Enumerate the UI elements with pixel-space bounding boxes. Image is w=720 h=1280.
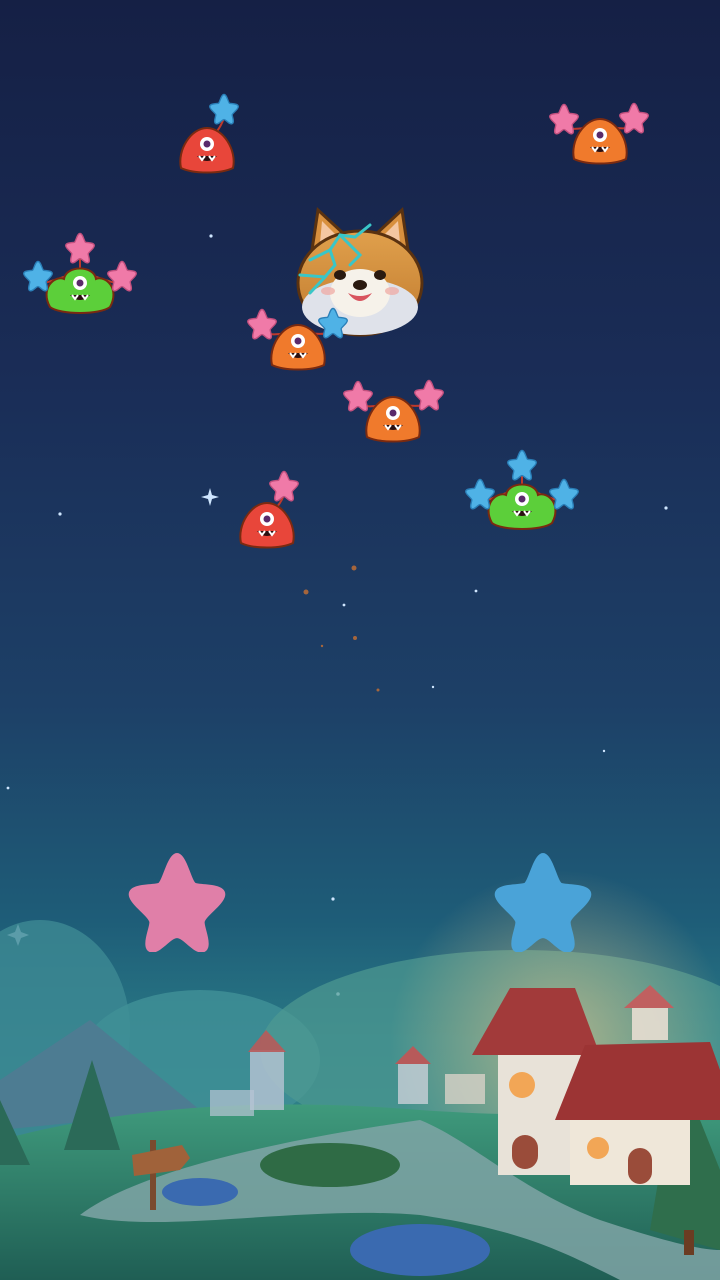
pink-balloon-star-icon[interactable] [269, 470, 299, 502]
pink-star-icon [128, 853, 226, 952]
green-blob-monster[interactable] [465, 449, 579, 530]
orange-blob-monster[interactable] [247, 307, 348, 371]
green-blob-monster[interactable] [23, 232, 137, 314]
blue-star-button[interactable] [486, 846, 600, 952]
orange-blob-monster[interactable] [343, 379, 444, 443]
blue-balloon-star-icon[interactable] [209, 93, 239, 125]
blue-balloon-star-icon[interactable] [507, 449, 537, 481]
blue-star-icon [494, 853, 592, 952]
red-blob-monster[interactable] [239, 470, 299, 549]
monster-layer [23, 93, 649, 549]
game-canvas[interactable] [0, 0, 720, 1280]
pink-balloon-star-icon[interactable] [65, 232, 95, 264]
red-blob-monster[interactable] [179, 93, 239, 174]
pink-star-button[interactable] [120, 846, 234, 952]
orange-blob-monster[interactable] [549, 102, 649, 165]
